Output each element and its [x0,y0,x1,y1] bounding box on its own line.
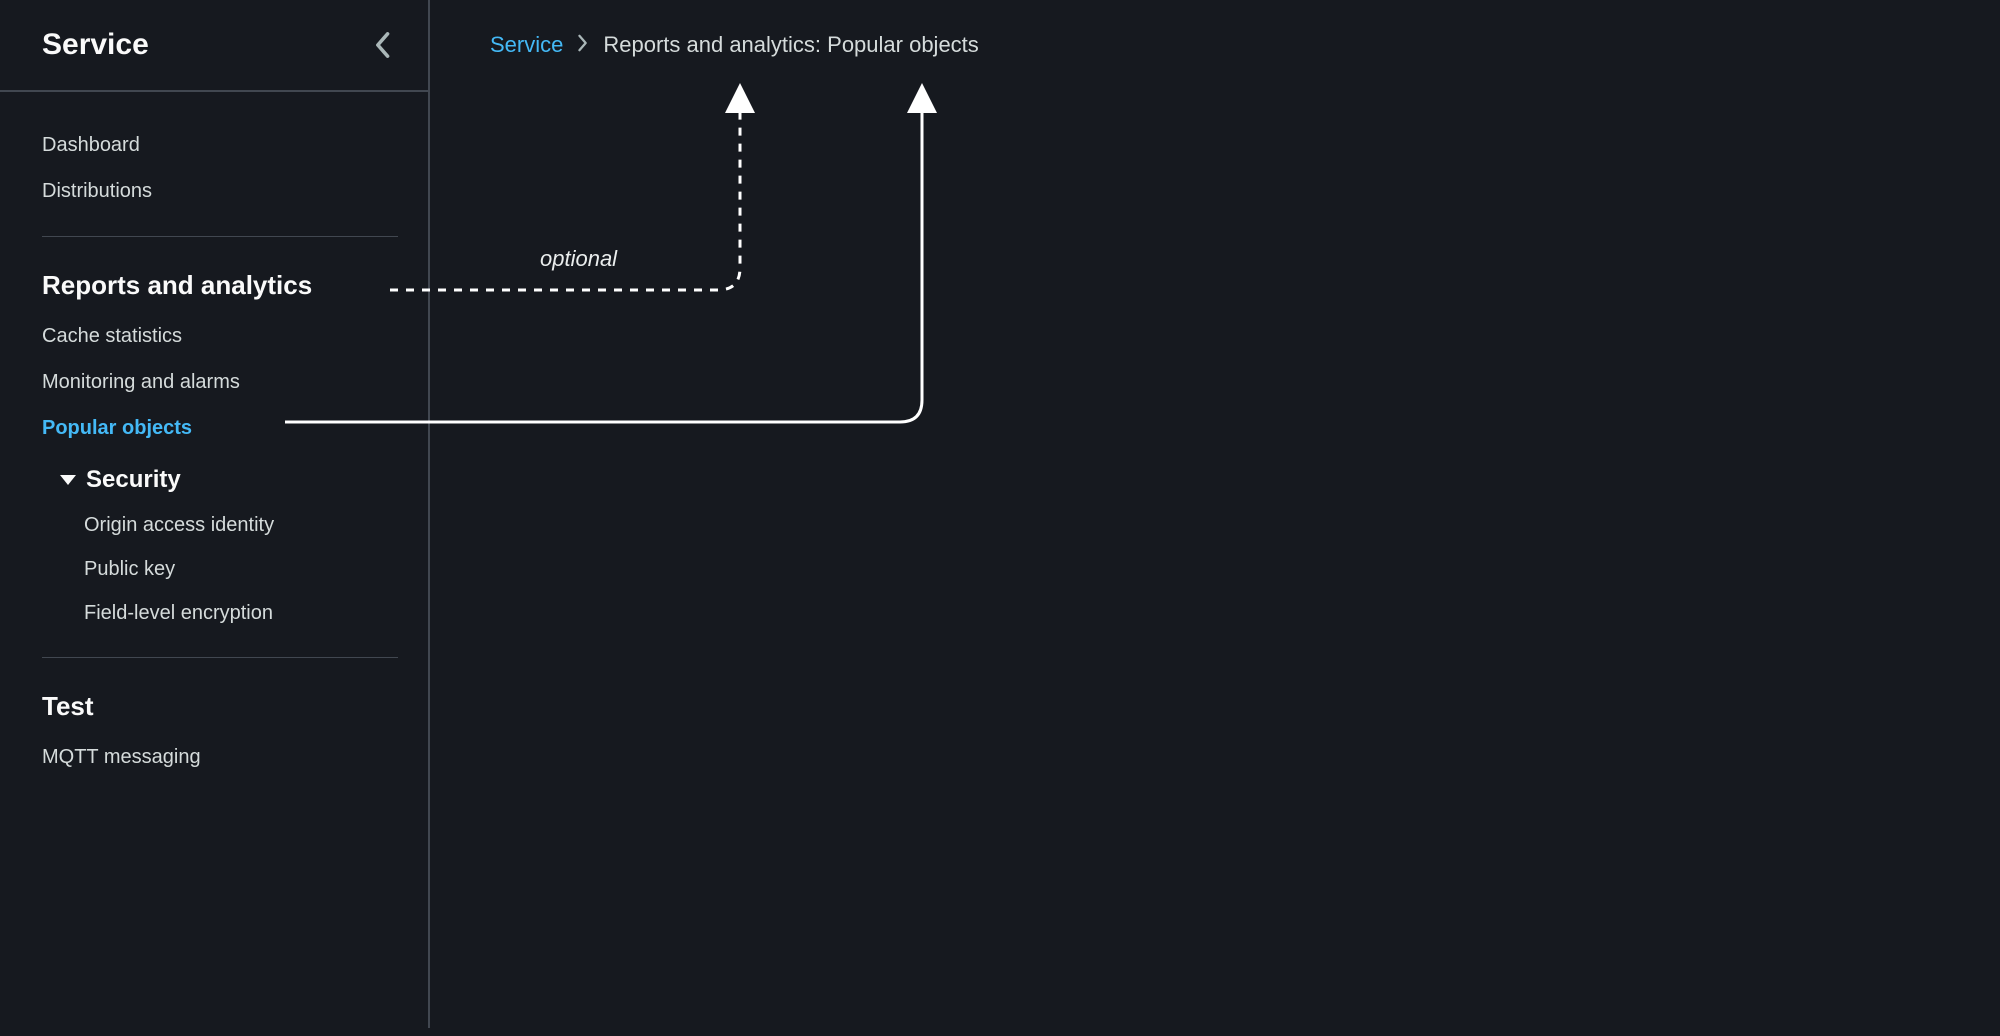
collapse-sidebar-button[interactable] [366,29,398,61]
sidebar-section-heading-reports: Reports and analytics [42,267,398,303]
breadcrumb-separator [577,30,589,61]
sidebar-item-distributions[interactable]: Distributions [42,168,398,214]
sidebar-subsection-toggle-security[interactable]: Security [42,451,398,503]
sidebar: Service Dashboard Distributions Reports … [0,0,430,1028]
sidebar-item-cache-statistics[interactable]: Cache statistics [42,313,398,359]
sidebar-item-popular-objects[interactable]: Popular objects [42,405,398,451]
sidebar-item-origin-access-identity[interactable]: Origin access identity [84,503,398,547]
breadcrumb-root-link[interactable]: Service [490,30,563,61]
main-content: Service Reports and analytics: Popular o… [430,0,2000,1028]
sidebar-nav: Dashboard Distributions Reports and anal… [0,92,428,802]
sidebar-group-test: Test MQTT messaging [42,657,398,802]
caret-down-icon [60,475,76,485]
chevron-right-icon [577,34,589,52]
sidebar-group-reports: Reports and analytics Cache statistics M… [42,236,398,657]
sidebar-item-dashboard[interactable]: Dashboard [42,122,398,168]
breadcrumb: Service Reports and analytics: Popular o… [490,30,1960,61]
sidebar-item-mqtt-messaging[interactable]: MQTT messaging [42,734,398,780]
sidebar-header: Service [0,0,428,92]
sidebar-item-public-key[interactable]: Public key [84,547,398,591]
sidebar-item-field-level-encryption[interactable]: Field-level encryption [84,591,398,635]
sidebar-group-top: Dashboard Distributions [42,92,398,236]
breadcrumb-current: Reports and analytics: Popular objects [603,30,978,61]
chevron-left-icon [373,31,391,59]
sidebar-title: Service [42,24,149,66]
sidebar-subsection-heading-security: Security [86,463,181,497]
sidebar-subsection-security-items: Origin access identity Public key Field-… [42,503,398,635]
sidebar-item-monitoring-and-alarms[interactable]: Monitoring and alarms [42,359,398,405]
sidebar-section-heading-test: Test [42,688,398,724]
